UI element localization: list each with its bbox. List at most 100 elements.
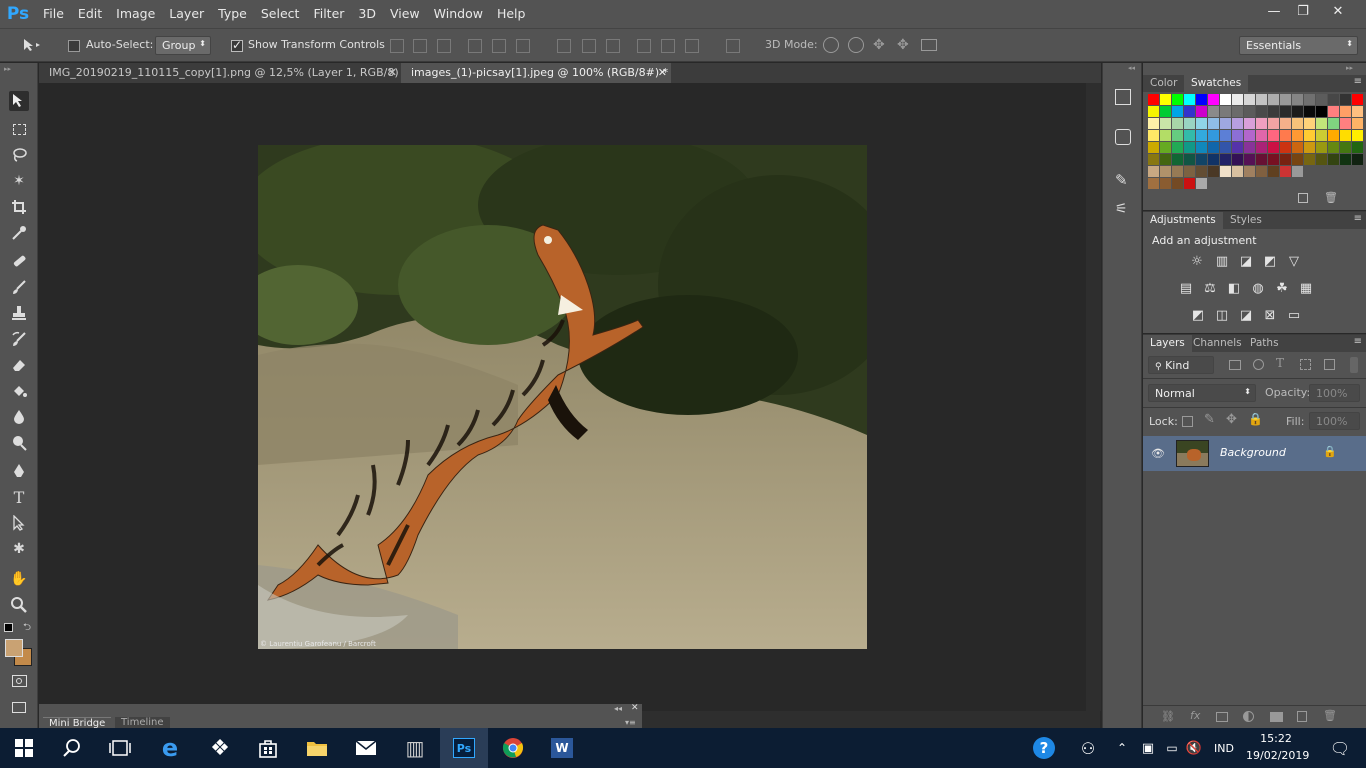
swatch[interactable] (1232, 166, 1243, 177)
swatch[interactable] (1340, 118, 1351, 129)
magic-wand-tool-icon[interactable]: ✶ (9, 171, 29, 191)
layer-row-background[interactable]: 👁 Background 🔒 (1143, 436, 1366, 471)
ram-chip-icon[interactable]: ▥ (391, 728, 439, 768)
swatch[interactable] (1160, 94, 1171, 105)
distribute-left-icon[interactable] (637, 39, 651, 53)
pen-tool-icon[interactable] (9, 461, 29, 481)
swatch[interactable] (1184, 94, 1195, 105)
crop-tool-icon[interactable] (9, 197, 29, 217)
lasso-tool-icon[interactable] (9, 145, 29, 165)
swatch[interactable] (1280, 142, 1291, 153)
hand-tool-icon[interactable]: ✋ (9, 569, 29, 589)
people-icon[interactable]: ⚇ (1064, 728, 1112, 768)
lock-position-icon[interactable]: ✥ (1226, 412, 1237, 427)
swatch[interactable] (1196, 130, 1207, 141)
help-icon[interactable]: ? (1020, 728, 1068, 768)
swatch[interactable] (1280, 94, 1291, 105)
dropbox-icon[interactable]: ❖ (196, 728, 244, 768)
default-colors-icon[interactable] (4, 623, 13, 632)
swatch[interactable] (1244, 154, 1255, 165)
swatch[interactable] (1340, 106, 1351, 117)
type-tool-icon[interactable]: T (9, 487, 29, 507)
swatch[interactable] (1352, 130, 1363, 141)
document-canvas[interactable]: © Laurentiu Garofeanu / Barcroft (258, 145, 867, 649)
opacity-input[interactable]: 100% (1309, 384, 1360, 402)
swatch[interactable] (1328, 118, 1339, 129)
swatch[interactable] (1220, 130, 1231, 141)
align-top-icon[interactable] (390, 39, 404, 53)
tab-mini-bridge[interactable]: Mini Bridge (43, 717, 112, 729)
swatch[interactable] (1172, 106, 1183, 117)
new-group-icon[interactable] (1270, 712, 1283, 722)
chrome-icon[interactable] (489, 728, 537, 768)
collapse-arrows-icon[interactable]: ◂◂ (614, 704, 622, 713)
swatch[interactable] (1220, 154, 1231, 165)
swatch[interactable] (1280, 106, 1291, 117)
swatch[interactable] (1232, 154, 1243, 165)
panel-menu-icon[interactable]: ≡ (1354, 213, 1362, 224)
eraser-tool-icon[interactable] (9, 355, 29, 375)
swatch[interactable] (1196, 94, 1207, 105)
auto-align-layers-icon[interactable] (726, 39, 740, 53)
menu-3d[interactable]: 3D (351, 0, 383, 28)
vertical-scrollbar[interactable] (1086, 83, 1101, 711)
eye-icon[interactable]: 👁 (1151, 447, 1165, 460)
auto-select-checkbox[interactable] (68, 40, 80, 52)
tab-timeline[interactable]: Timeline (115, 717, 170, 728)
zoom-tool-icon[interactable] (9, 595, 29, 615)
align-bottom-icon[interactable] (437, 39, 451, 53)
swatch[interactable] (1160, 166, 1171, 177)
collapse-arrows-icon[interactable]: ▸▸ (4, 65, 11, 73)
swatch[interactable] (1292, 106, 1303, 117)
show-transform-checkbox[interactable]: ✓ (231, 38, 243, 52)
filter-adjustment-icon[interactable] (1253, 359, 1264, 370)
swatch[interactable] (1304, 130, 1315, 141)
swatch[interactable] (1256, 130, 1267, 141)
foreground-color-swatch[interactable] (5, 639, 23, 657)
swatch[interactable] (1280, 118, 1291, 129)
swatch[interactable] (1172, 166, 1183, 177)
swatch[interactable] (1280, 166, 1291, 177)
swatch[interactable] (1232, 94, 1243, 105)
posterize-icon[interactable]: ◫ (1213, 306, 1231, 324)
swatch[interactable] (1172, 142, 1183, 153)
paint-bucket-tool-icon[interactable] (9, 381, 29, 401)
blend-mode-dropdown[interactable]: Normal ⬍ (1148, 384, 1256, 402)
3d-slide-icon[interactable]: ✥ (897, 37, 913, 53)
clone-stamp-tool-icon[interactable] (9, 303, 29, 323)
swatch[interactable] (1328, 130, 1339, 141)
color-lookup-icon[interactable]: ▦ (1297, 279, 1315, 297)
swatch[interactable] (1160, 142, 1171, 153)
network-icon[interactable]: ▣ (1136, 728, 1160, 768)
swatch[interactable] (1232, 142, 1243, 153)
color-balance-icon[interactable]: ⚖ (1201, 279, 1219, 297)
menu-window[interactable]: Window (427, 0, 490, 28)
swatch[interactable] (1172, 130, 1183, 141)
swatch[interactable] (1340, 130, 1351, 141)
swatch[interactable] (1268, 94, 1279, 105)
swatch[interactable] (1160, 154, 1171, 165)
swatch[interactable] (1328, 94, 1339, 105)
swatch[interactable] (1316, 154, 1327, 165)
hue-saturation-icon[interactable]: ▤ (1177, 279, 1195, 297)
swatch[interactable] (1256, 142, 1267, 153)
tab-layers[interactable]: Layers (1143, 335, 1192, 352)
swatch[interactable] (1208, 94, 1219, 105)
3d-drag-icon[interactable]: ✥ (873, 37, 889, 53)
chevron-up-icon[interactable]: ⌃ (1110, 728, 1134, 768)
swatch[interactable] (1292, 142, 1303, 153)
swatch[interactable] (1196, 166, 1207, 177)
swatch[interactable] (1184, 118, 1195, 129)
gradient-map-icon[interactable]: ▭ (1285, 306, 1303, 324)
volume-muted-icon[interactable]: 🔇 (1182, 728, 1206, 768)
history-icon[interactable] (1115, 89, 1131, 105)
swatch[interactable] (1340, 94, 1351, 105)
swatch[interactable] (1232, 130, 1243, 141)
swatch[interactable] (1172, 154, 1183, 165)
swatch[interactable] (1244, 106, 1255, 117)
fill-input[interactable]: 100% (1309, 412, 1360, 430)
swatch[interactable] (1256, 166, 1267, 177)
panel-menu-icon[interactable]: ≡ (1354, 336, 1362, 347)
menu-view[interactable]: View (383, 0, 427, 28)
swatch[interactable] (1352, 118, 1363, 129)
